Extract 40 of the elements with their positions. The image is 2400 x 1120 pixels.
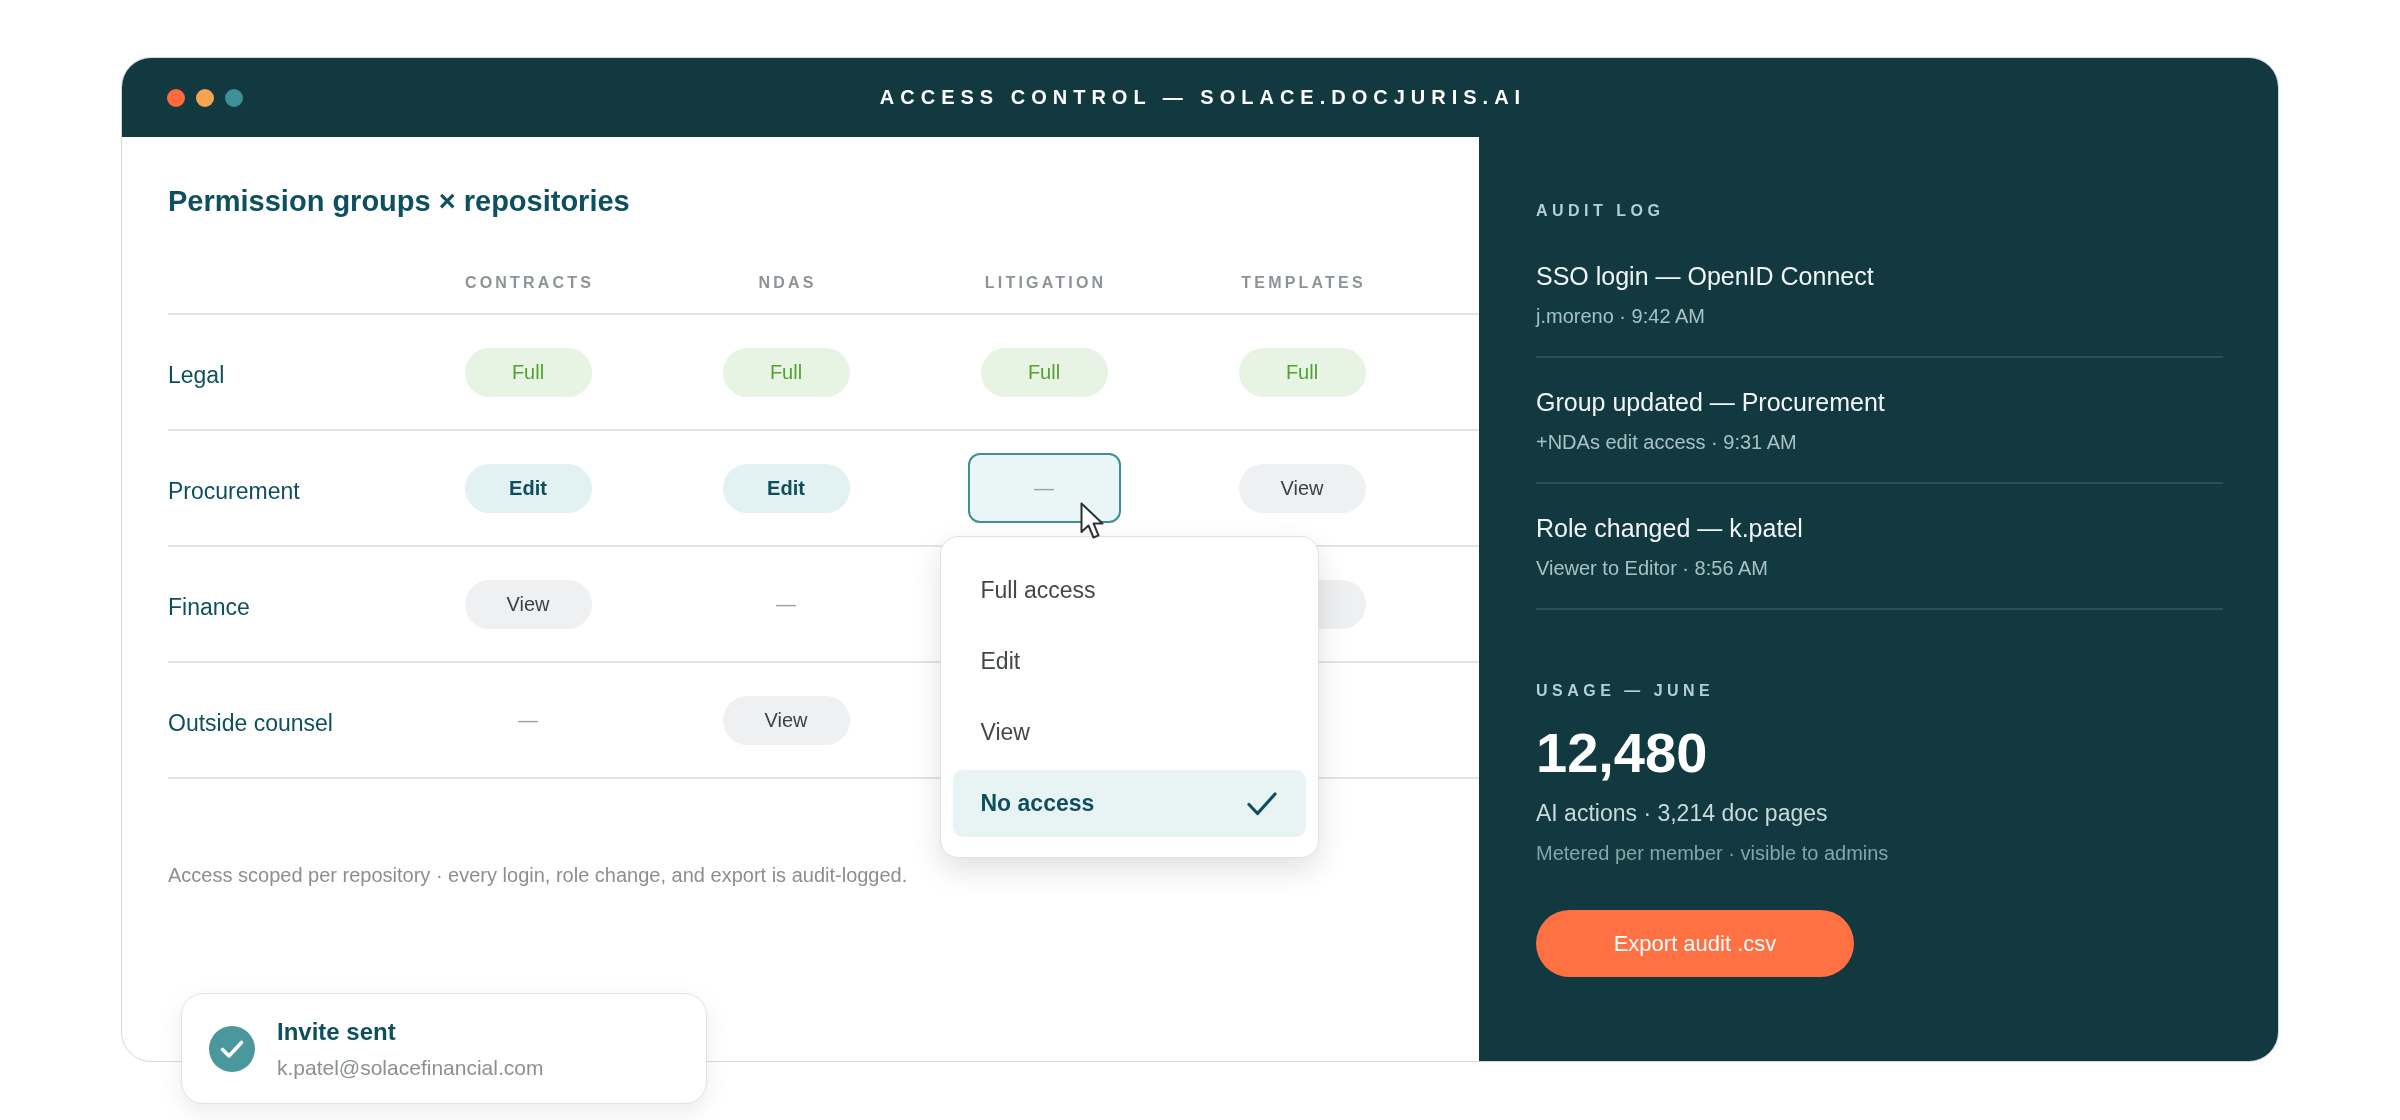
column-header: TEMPLATES [1240, 274, 1366, 292]
permissions-heading: Permission groups × repositories [168, 184, 631, 219]
no-access-dash: — [518, 708, 538, 732]
minimize-dot-icon[interactable] [196, 88, 214, 107]
usage-value: 12,480 [1536, 721, 1709, 785]
usage-note: Metered per member · visible to admins [1536, 841, 1890, 865]
group-name: Finance [168, 592, 251, 621]
dropdown-option[interactable]: Edit [952, 628, 1306, 695]
column-header: LITIGATION [983, 274, 1107, 292]
dropdown-option[interactable]: Full access [952, 557, 1306, 624]
usage-label: USAGE — JUNE [1536, 681, 1716, 701]
window-title: ACCESS CONTROL — SOLACE.DOCJURIS.AI [878, 86, 1527, 109]
access-button[interactable]: Edit [722, 463, 850, 513]
dropdown-option[interactable]: No access [952, 770, 1306, 837]
toast-title: Invite sent [277, 1016, 397, 1047]
audit-entry-title: Role changed — k.patel [1536, 513, 1804, 543]
audit-entry-detail: +NDAs edit access · 9:31 AM [1536, 430, 1798, 454]
column-header: CONTRACTS [463, 274, 595, 292]
audit-entry-detail: j.moreno · 9:42 AM [1536, 304, 1706, 328]
no-access-dash: — [776, 592, 796, 616]
toast-detail: k.patel@solacefinancial.com [277, 1054, 544, 1081]
dropdown-option[interactable]: View [952, 699, 1306, 766]
access-button[interactable]: View [1238, 463, 1366, 513]
access-button[interactable]: Edit [464, 463, 592, 513]
audit-entry-detail: Viewer to Editor · 8:56 AM [1536, 556, 1769, 580]
check-icon [1246, 790, 1277, 817]
usage-detail: AI actions · 3,214 doc pages [1536, 799, 1829, 828]
footnote-text: Access scoped per repository · every login, role change, and export is audit-logged. [168, 863, 909, 888]
group-name: Legal [168, 360, 226, 389]
access-button[interactable]: View [722, 695, 850, 745]
check-circle-icon [209, 1025, 255, 1072]
access-button[interactable]: View [464, 579, 592, 629]
audit-log-label: AUDIT LOG [1536, 201, 1666, 221]
audit-entry-title: Group updated — Procurement [1536, 387, 1886, 417]
column-header: NDAS [757, 274, 817, 292]
group-name: Procurement [168, 476, 301, 505]
audit-entry-title: SSO login — OpenID Connect [1536, 261, 1875, 291]
close-dot-icon[interactable] [167, 88, 185, 107]
group-name: Outside counsel [168, 708, 334, 737]
maximize-dot-icon[interactable] [225, 88, 243, 107]
